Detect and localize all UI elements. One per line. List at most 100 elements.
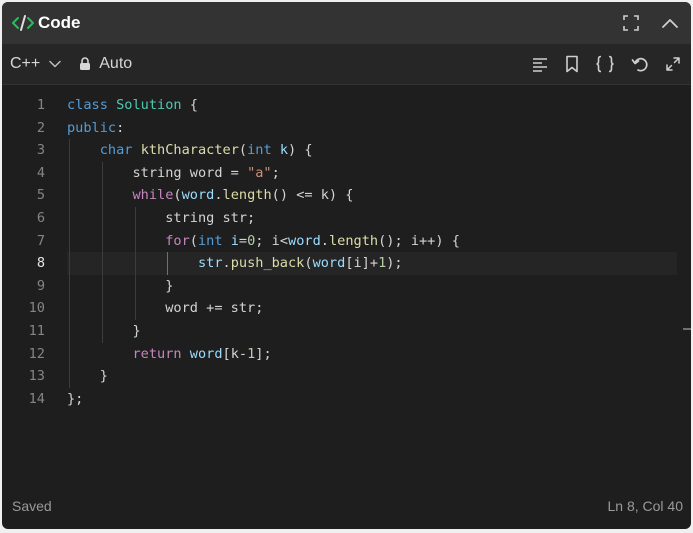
code-text: string str;	[67, 207, 677, 230]
save-status: Saved	[12, 498, 52, 514]
code-text: word += str;	[67, 297, 677, 320]
indent-guide	[167, 252, 169, 275]
code-token: (	[189, 232, 198, 249]
line-number: 3	[36, 142, 45, 159]
reset-icon[interactable]	[631, 55, 649, 73]
code-token: "a"	[247, 164, 272, 181]
code-text: }	[67, 320, 677, 343]
expand-icon[interactable]	[623, 15, 639, 31]
code-panel: Code C++ Auto 1 class Solution {2 publi…	[2, 2, 691, 529]
scrollbar-marker[interactable]	[683, 328, 691, 330]
indent-guide	[101, 161, 103, 343]
code-editor[interactable]: 1 class Solution {2 public: 3 char kthChara…	[2, 94, 691, 484]
code-line[interactable]: 13 }	[2, 365, 691, 388]
code-token: int	[197, 232, 223, 249]
indent-guide	[69, 139, 70, 388]
code-text: char kthCharacter(int k) {	[67, 139, 677, 162]
code-token: string word =	[67, 164, 248, 181]
line-number: 5	[36, 187, 45, 204]
code-line[interactable]: 1 class Solution {	[2, 94, 691, 117]
line-number: 1	[36, 97, 45, 113]
code-line[interactable]: 2 public:	[2, 117, 691, 140]
panel-title: Code	[38, 13, 81, 32]
format-icon[interactable]	[531, 56, 549, 72]
language-label: C++	[10, 55, 41, 72]
code-line[interactable]: 12 return word[k-1];	[2, 343, 691, 366]
code-token: {	[181, 97, 198, 113]
code-token: (	[304, 255, 313, 272]
code-text: }	[67, 365, 677, 388]
code-line[interactable]: 7 for(int i=0; i<word.length(); i++) {	[2, 230, 691, 253]
fullscreen-icon[interactable]	[665, 56, 681, 72]
code-token: length	[222, 187, 272, 204]
code-token: word	[189, 345, 223, 362]
code-token: }	[67, 323, 141, 339]
code-token: public	[67, 119, 117, 136]
braces-icon[interactable]	[595, 55, 615, 73]
code-line[interactable]: 5 while(word.length() <= k) {	[2, 184, 691, 207]
lock-icon	[80, 57, 91, 70]
chevron-down-icon	[49, 60, 61, 68]
line-number: 9	[36, 277, 45, 294]
code-line[interactable]: 4 string word = "a";	[2, 162, 691, 185]
language-select[interactable]: C++	[10, 55, 61, 73]
status-bar: Saved Ln 8, Col 40	[2, 483, 691, 529]
code-text: return word[k-1];	[67, 343, 677, 366]
line-number: 6	[36, 210, 45, 226]
code-token: =	[238, 232, 248, 249]
line-number: 12	[28, 345, 45, 362]
line-number: 7	[36, 232, 45, 249]
panel-header: Code	[2, 2, 691, 44]
line-number: 13	[28, 368, 45, 385]
indent-guide	[134, 207, 136, 320]
collapse-icon[interactable]	[661, 15, 679, 31]
code-line[interactable]: 6 string str;	[2, 207, 691, 230]
code-text: string word = "a";	[67, 162, 677, 185]
line-number: 10	[28, 300, 45, 317]
line-number: 4	[36, 164, 45, 181]
code-token: .	[320, 232, 329, 249]
code-token: int	[247, 142, 272, 159]
code-token: i	[230, 232, 239, 249]
code-token: push_back	[230, 255, 305, 272]
code-token: [i]+	[345, 255, 379, 272]
bookmark-icon[interactable]	[565, 55, 579, 73]
code-token: word	[312, 255, 346, 272]
code-token: word	[181, 187, 215, 204]
code-text: public:	[67, 117, 677, 140]
code-line[interactable]: 14};	[2, 388, 691, 411]
panel-title-group: Code	[11, 13, 81, 33]
code-token: Solution	[116, 97, 182, 113]
cursor-position: Ln 8, Col 40	[607, 498, 684, 514]
code-token: () <= k) {	[271, 187, 354, 204]
code-line[interactable]: 3 char kthCharacter(int k) {	[2, 139, 691, 162]
code-token: (); i++) {	[378, 232, 460, 249]
code-token: str	[197, 255, 223, 272]
code-line[interactable]: 9 }	[2, 275, 691, 298]
code-line[interactable]: 11 }	[2, 320, 691, 343]
line-number: 8	[36, 255, 45, 272]
code-line[interactable]: 8 str.push_back(word[i]+1);	[2, 252, 691, 275]
code-token: char	[99, 142, 133, 159]
line-number: 2	[36, 119, 45, 136]
panel-actions	[623, 15, 679, 31]
code-token: k	[279, 142, 289, 159]
code-token: :	[116, 119, 125, 136]
code-token: (	[173, 187, 182, 204]
code-token: while	[132, 187, 174, 204]
code-line[interactable]: 10 word += str;	[2, 297, 691, 320]
code-text: while(word.length() <= k) {	[67, 184, 677, 207]
code-icon	[12, 15, 34, 31]
auto-mode-toggle[interactable]: Auto	[79, 55, 132, 73]
code-text: }	[67, 275, 677, 298]
code-token: }	[67, 368, 108, 385]
